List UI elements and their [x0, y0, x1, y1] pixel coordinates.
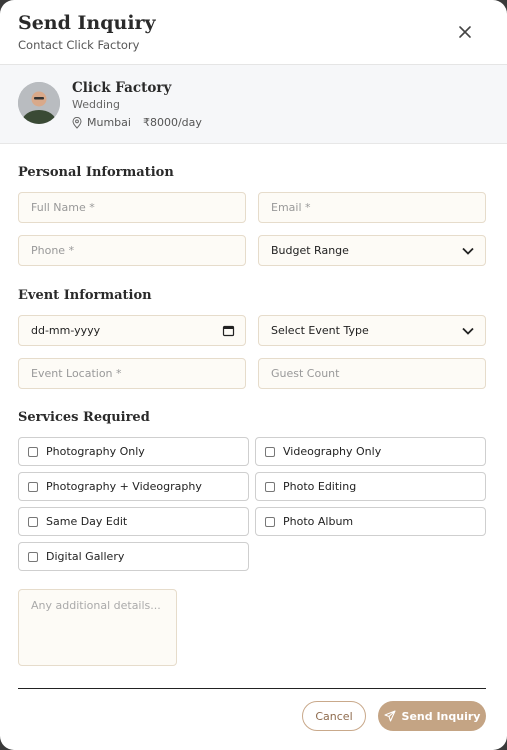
service-checkbox-photo-video[interactable]: Photography + Videography [18, 472, 249, 501]
email-input[interactable]: Email * [258, 192, 486, 223]
map-pin-icon [72, 116, 82, 129]
event-type-value: Select Event Type [271, 324, 369, 337]
calendar-icon[interactable] [222, 324, 235, 340]
service-checkbox-photography-only[interactable]: Photography Only [18, 437, 249, 466]
checkbox-box[interactable] [265, 481, 275, 492]
checkbox-box[interactable] [265, 516, 275, 527]
service-checkbox-digital-gallery[interactable]: Digital Gallery [18, 542, 249, 571]
checkbox-box[interactable] [28, 516, 38, 527]
event-date-input[interactable]: dd-mm-yyyy [18, 315, 246, 346]
additional-details-textarea[interactable]: Any additional details... [18, 589, 177, 666]
budget-select-value: Budget Range [271, 244, 349, 257]
service-checkbox-photo-editing[interactable]: Photo Editing [255, 472, 486, 501]
full-name-input[interactable]: Full Name * [18, 192, 246, 223]
service-label: Videography Only [283, 445, 382, 458]
avatar [18, 82, 60, 124]
checkbox-box[interactable] [28, 481, 38, 492]
phone-input[interactable]: Phone * [18, 235, 246, 266]
send-inquiry-button[interactable]: Send Inquiry [378, 701, 486, 731]
service-checkbox-same-day-edit[interactable]: Same Day Edit [18, 507, 249, 536]
event-location-input[interactable]: Event Location * [18, 358, 246, 389]
personal-info-heading: Personal Information [18, 165, 174, 180]
service-label: Same Day Edit [46, 515, 128, 528]
modal-subtitle: Contact Click Factory [18, 38, 140, 52]
chevron-down-icon [461, 244, 475, 261]
vendor-card: Click Factory Wedding Mumbai ₹8000/day [0, 65, 507, 144]
guest-count-input[interactable]: Guest Count [258, 358, 486, 389]
inquiry-modal: Send Inquiry Contact Click Factory Click… [0, 0, 507, 750]
modal-title: Send Inquiry [18, 12, 156, 34]
checkbox-box[interactable] [28, 551, 38, 562]
cancel-button[interactable]: Cancel [302, 701, 366, 731]
service-label: Photography + Videography [46, 480, 202, 493]
service-checkbox-videography-only[interactable]: Videography Only [255, 437, 486, 466]
event-date-value: dd-mm-yyyy [31, 324, 101, 337]
budget-select[interactable]: Budget Range [258, 235, 486, 266]
event-info-heading: Event Information [18, 288, 152, 303]
service-label: Digital Gallery [46, 550, 125, 563]
vendor-location: Mumbai [87, 116, 131, 129]
vendor-meta: Mumbai ₹8000/day [72, 116, 202, 129]
service-label: Photo Editing [283, 480, 357, 493]
checkbox-box[interactable] [265, 446, 275, 457]
send-inquiry-label: Send Inquiry [401, 709, 481, 723]
services-heading: Services Required [18, 410, 150, 425]
checkbox-box[interactable] [28, 446, 38, 457]
modal-header: Send Inquiry Contact Click Factory [0, 0, 507, 65]
close-icon[interactable] [455, 22, 475, 42]
vendor-price: ₹8000/day [142, 116, 202, 129]
service-checkbox-photo-album[interactable]: Photo Album [255, 507, 486, 536]
footer-divider [18, 688, 486, 689]
event-type-select[interactable]: Select Event Type [258, 315, 486, 346]
chevron-down-icon [461, 324, 475, 341]
vendor-category: Wedding [72, 98, 120, 111]
send-icon [383, 710, 402, 722]
service-label: Photography Only [46, 445, 145, 458]
vendor-name: Click Factory [72, 80, 172, 96]
service-label: Photo Album [283, 515, 354, 528]
